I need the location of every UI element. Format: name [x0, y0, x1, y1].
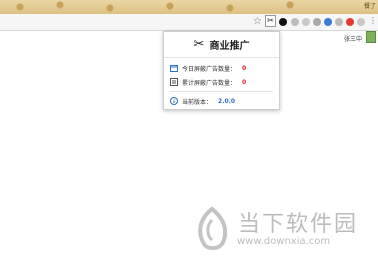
today-label: 今日屏蔽广告数量：	[182, 65, 237, 73]
extension-icon-blue[interactable]	[324, 18, 332, 26]
extension-icon-gray4[interactable]	[335, 18, 343, 26]
extension-icon-gray1[interactable]	[291, 18, 299, 26]
extension-popup: ✂ 商业推广 今日屏蔽广告数量： 0 累计屏蔽广告数量： 0 当前版本： 2.0…	[163, 31, 280, 110]
total-label: 累计屏蔽广告数量：	[182, 79, 237, 87]
extension-icon-red[interactable]	[346, 18, 354, 26]
extension-icon-gray3[interactable]	[313, 18, 321, 26]
extension-icon-gray2[interactable]	[302, 18, 310, 26]
total-value: 0	[242, 78, 247, 86]
popup-header: ✂ 商业推广	[164, 32, 279, 58]
popup-title: 商业推广	[209, 41, 250, 52]
scissors-logo-icon: ✂	[193, 37, 205, 52]
list-icon	[170, 78, 178, 86]
avatar-icon[interactable]	[366, 31, 376, 43]
watermark-logo-icon	[192, 206, 232, 252]
extension-icon-gray5[interactable]	[357, 18, 365, 26]
menu-icon[interactable]: ⋮	[369, 15, 377, 27]
scissors-icon[interactable]: ✂	[265, 15, 276, 27]
watermark-url: www.downxia.com	[237, 236, 331, 247]
theme-corner-text: 餐了	[363, 3, 376, 10]
version-value: 2.0.0	[218, 97, 236, 105]
popup-divider	[170, 91, 273, 92]
calendar-icon	[170, 64, 178, 72]
browser-toolbar: ☆ ✂ ⋮	[0, 14, 378, 31]
browser-theme-strip: 餐了	[0, 0, 378, 14]
today-value: 0	[242, 64, 247, 72]
today-blocked-row: 今日屏蔽广告数量： 0	[170, 63, 246, 73]
side-hint-text: 张三中	[344, 36, 363, 43]
star-icon[interactable]: ☆	[253, 15, 262, 29]
watermark-brand: 当下软件园	[238, 212, 359, 237]
version-row: 当前版本： 2.0.0	[170, 96, 235, 106]
info-icon	[170, 97, 178, 105]
total-blocked-row: 累计屏蔽广告数量： 0	[170, 77, 246, 87]
version-label: 当前版本：	[182, 98, 213, 106]
extension-icon-black[interactable]	[279, 18, 287, 26]
